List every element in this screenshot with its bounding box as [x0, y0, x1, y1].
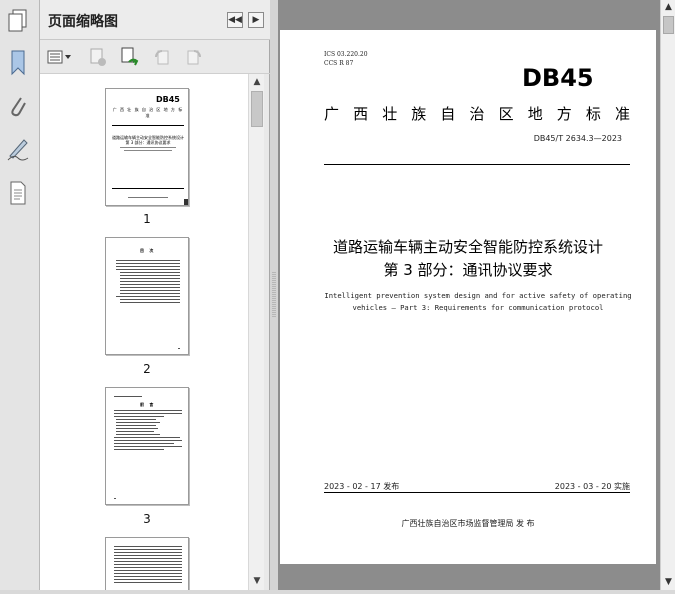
doc-scroll-down-icon[interactable]: ▼: [661, 575, 675, 590]
ics-code: ICS 03.220.20 CCS R 87: [324, 51, 368, 67]
db45-logo: DB45: [522, 64, 594, 92]
navigation-icon-bar: [0, 0, 40, 590]
thumbnails-scrollbar[interactable]: ▲ ▼: [248, 74, 264, 590]
options-menu-button[interactable]: [46, 46, 74, 68]
scroll-thumb[interactable]: [251, 91, 263, 127]
doc-scroll-up-icon[interactable]: ▲: [661, 0, 675, 15]
page-number-2: 2: [143, 362, 151, 376]
implement-date: 2023 - 03 - 20 实施: [554, 482, 630, 491]
document-subtitle: 第 3 部分：通讯协议要求: [383, 261, 553, 279]
pdf-viewer-window: 页面缩略图 ◀◀ ▶ DB45 广 西 壮 族 自 治 区 地 方 标 准 道路…: [0, 0, 675, 590]
scroll-down-arrow-icon[interactable]: ▼: [249, 573, 265, 589]
thumb1-logo: DB45: [156, 95, 180, 104]
page-number-3: 3: [143, 512, 151, 526]
page-thumbnail-4[interactable]: [105, 537, 189, 590]
thumbnails-panel: 页面缩略图 ◀◀ ▶ DB45 广 西 壮 族 自 治 区 地 方 标 准 道路…: [40, 0, 270, 590]
publish-date: 2023 - 02 - 17 发布: [324, 482, 400, 491]
page-thumbnails-icon[interactable]: [4, 6, 32, 36]
thumbnails-toolbar: [40, 40, 270, 74]
english-title: Intelligent prevention system design and…: [324, 291, 632, 312]
rotate-left-icon[interactable]: [150, 46, 174, 68]
thumb3-heading: 前 言: [140, 402, 156, 407]
thumb1-standard: 广 西 壮 族 自 治 区 地 方 标 准: [112, 107, 184, 118]
rotate-right-icon[interactable]: [182, 46, 206, 68]
footer-divider: [324, 492, 630, 493]
panel-splitter[interactable]: [270, 0, 278, 590]
page-thumbnail-2[interactable]: 目 次: [105, 237, 189, 355]
panel-title: 页面缩略图: [48, 14, 118, 30]
issuer: 广西壮族自治区市场监督管理局 发 布: [401, 519, 535, 528]
bookmark-icon[interactable]: [4, 48, 32, 78]
thumbnail-list[interactable]: DB45 广 西 壮 族 自 治 区 地 方 标 准 道路运输车辆主动安全智能防…: [40, 74, 264, 590]
thumb2-heading: 目 次: [140, 248, 156, 253]
page-number-1: 1: [143, 212, 151, 226]
collapse-panel-button[interactable]: ◀◀: [227, 12, 243, 28]
doc-scroll-thumb[interactable]: [663, 16, 674, 34]
standard-name: 广西壮族自治区地方标准: [324, 105, 630, 123]
scroll-up-arrow-icon[interactable]: ▲: [249, 74, 265, 90]
attachments-icon[interactable]: [4, 92, 32, 122]
document-properties-icon[interactable]: [4, 178, 32, 208]
panel-header: 页面缩略图 ◀◀ ▶: [40, 0, 270, 40]
delete-page-icon[interactable]: [86, 46, 110, 68]
header-divider: [324, 164, 630, 165]
document-page: ICS 03.220.20 CCS R 87 DB45 广西壮族自治区地方标准 …: [280, 30, 656, 564]
document-scrollbar[interactable]: ▲ ▼: [660, 0, 675, 590]
document-title: 道路运输车辆主动安全智能防控系统设计: [332, 238, 603, 256]
expand-panel-button[interactable]: ▶: [248, 12, 264, 28]
page-thumbnail-1[interactable]: DB45 广 西 壮 族 自 治 区 地 方 标 准 道路运输车辆主动安全智能防…: [105, 88, 189, 206]
document-view[interactable]: ICS 03.220.20 CCS R 87 DB45 广西壮族自治区地方标准 …: [278, 0, 660, 590]
insert-page-icon[interactable]: [118, 46, 142, 68]
signatures-icon[interactable]: [4, 134, 32, 164]
page-thumbnail-3[interactable]: 前 言: [105, 387, 189, 505]
standard-number: DB45/T 2634.3—2023: [533, 134, 622, 143]
thumb1-subtitle: 第 3 部分：通讯协议要求: [125, 140, 171, 145]
